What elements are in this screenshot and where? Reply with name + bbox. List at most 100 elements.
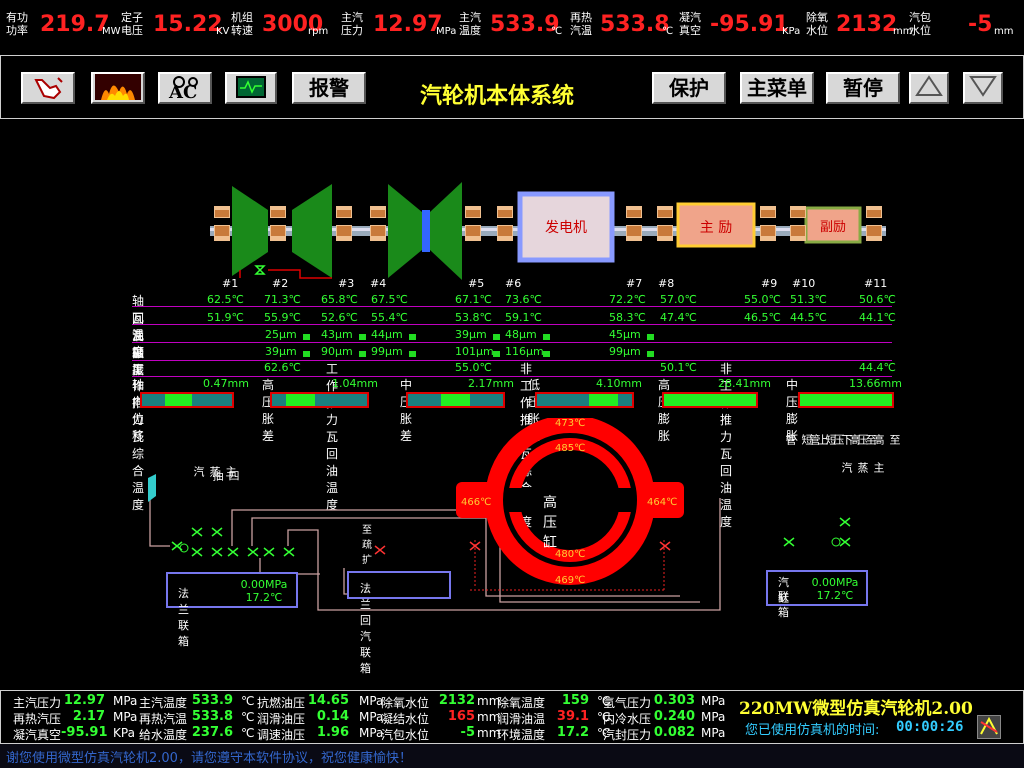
measure-bar-fill-4 [664,394,756,406]
bottom-unit-0-5: MPa [701,694,726,708]
right-main-steam-label: 主蒸汽 [840,462,885,474]
bearing-label-5: #5 [468,277,485,290]
flange-return-name: 法兰回汽联箱 [360,582,371,675]
topbar-value-5: 533.8 [600,12,670,37]
bottom-label-1-0: 再热汽压 [13,712,62,726]
bottom-value-2-2: 1.96 [316,725,349,740]
to-expander-label: 至疏扩 [362,525,372,566]
measure-value-2: 2.17mm [468,377,514,390]
topbar-label-0-a: 有功 [6,11,28,24]
cylinder-header-name2: 联箱 [778,590,789,619]
hand-pointer-button[interactable] [21,72,75,104]
hp-cylinder-title: 高压缸 [543,495,557,551]
monitor-button[interactable] [225,72,277,104]
main-menu-button[interactable]: 主菜单 [740,72,814,104]
topbar-unit-5: ℃ [662,26,674,37]
hp-temp-bottom-inner: 480℃ [555,549,586,560]
pad_vib-6: 45μm [609,328,641,341]
bearing_temp-6: 73.6℃ [505,293,542,306]
bottom-value-1-3: 165 [447,709,475,724]
bottom-value-2-5: 0.082 [653,725,695,740]
bearing-block-9-lower [760,225,776,237]
cylinder-header-pressure: 0.00MPa [811,576,859,589]
table-divider-3 [132,360,892,361]
bottom-label-1-4: 润滑油温 [497,712,546,726]
oil_return-3: 52.6℃ [321,311,358,324]
abc-settings-button[interactable]: AC [158,72,212,104]
protect-button[interactable]: 保护 [652,72,726,104]
topbar-value-6: -95.91 [710,12,789,37]
bearing-block-4-lower [370,225,386,237]
bottom-label-0-2: 抗燃油压 [257,696,306,710]
bearing-block-10-lower [790,225,806,237]
footer-text: 谢您使用微型仿真汽轮机2.00，请您遵守本软件协议，祝您健康愉快！ [6,751,412,766]
shaft_vib-2: 90μm [321,345,353,358]
pad_vib-bar-3 [409,334,416,340]
bearing_temp-5: 67.1℃ [455,293,492,306]
pause-button[interactable]: 暂停 [826,72,900,104]
pad_vib-bar-4 [493,334,500,340]
bearing-cap-11-lower [866,237,882,241]
bearing-cap-8-lower [657,237,673,241]
bearing-cap-4-lower [370,237,386,241]
bearing-block-5-lower [465,225,481,237]
steam-indicator-flag [148,474,156,502]
thrust4-value: 44.4℃ [859,361,896,374]
alarm-button[interactable]: 报警 [292,72,366,104]
measure-value-4: 28.41mm [718,377,771,390]
measure-bar-0 [140,392,234,408]
shaft_vib-bar-5 [543,351,550,357]
triangle-down-icon [969,76,997,97]
top-status-bar: 有功 功率 219.7 MW 定子 电压 15.22 KV 机组 转速 3000 rpm 主汽 压力 12.… [0,0,1024,52]
oil_return-9: 46.5℃ [744,311,781,324]
pad_vib-bar-5 [543,334,550,340]
measure-value-0: 0.47mm [203,377,249,390]
bearing_temp-1: 62.5℃ [207,293,244,306]
bottom-label-0-5: 氢气压力 [603,696,652,710]
topbar-unit-8: mm [994,26,1014,37]
oil_return-6: 59.1℃ [505,311,542,324]
bearing-block-8-lower [657,225,673,237]
bottom-value-0-0: 12.97 [63,693,105,708]
app-logo-icon[interactable] [977,715,1001,739]
hand-pointer-icon [34,77,63,100]
topbar-value-0: 219.7 [40,12,110,37]
bottom-unit-1-0: MPa [113,710,138,724]
topbar-label-4-b: 温度 [459,24,481,37]
bottom-label-0-1: 主汽温度 [139,696,188,710]
bottom-label-0-4: 除氧温度 [497,696,546,710]
measure-bar-5 [798,392,894,408]
bearing-cap-7-upper [626,206,642,210]
topbar-label-1-a: 定子 [121,11,143,24]
bearing-cap-8-upper [657,206,673,210]
topbar-label-0-b: 功率 [6,24,28,37]
bottom-label-0-3: 除氧水位 [381,696,430,710]
measure-value-5: 13.66mm [849,377,902,390]
bearing-label-9: #9 [761,277,778,290]
topbar-value-1: 15.22 [153,12,223,37]
bottom-value-2-0: -95.91 [61,725,108,740]
scroll-up-button[interactable] [909,72,949,104]
bearing-label-8: #8 [658,277,675,290]
measure-bar-2 [406,392,505,408]
topbar-unit-2: rpm [308,26,329,37]
hp-turbine-stage2 [292,184,332,278]
bottom-value-0-5: 0.303 [653,693,695,708]
bottom-label-1-5: 内冷水压 [603,712,652,726]
app-title: 220MW微型仿真汽轮机2.00 [739,699,973,719]
measure-value-1: 1.04mm [332,377,378,390]
bearing-cap-1-upper [214,206,230,210]
bearing-cap-10-lower [790,237,806,241]
bottom-label-2-0: 凝汽真空 [13,728,62,742]
topbar-unit-1: KV [216,26,230,37]
topbar-unit-0: MW [102,26,121,37]
topbar-value-3: 12.97 [373,12,443,37]
usage-timer: 00:00:26 [896,719,964,735]
fire-button[interactable] [91,72,145,104]
bearing_temp-10: 51.3℃ [790,293,827,306]
scroll-down-button[interactable] [963,72,1003,104]
bottom-unit-2-5: MPa [701,726,726,740]
hp-turbine-stage1 [232,186,268,276]
oil_return-7: 58.3℃ [609,311,646,324]
measure-bar-fill-5 [800,394,892,406]
